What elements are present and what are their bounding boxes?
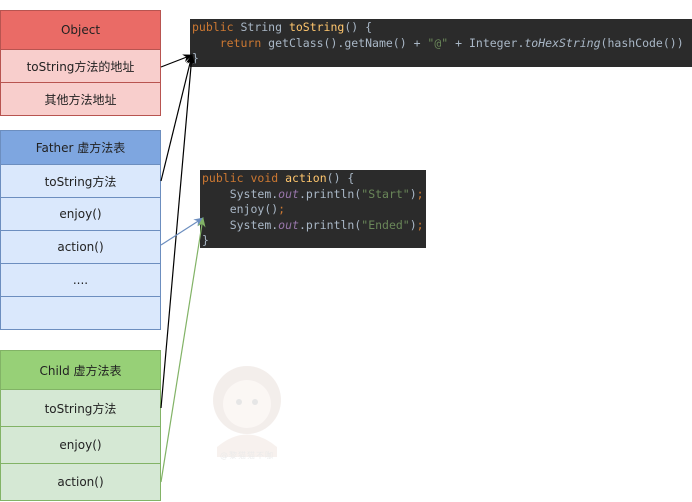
arrow-father-tostring-to-code <box>160 54 194 182</box>
arrow-father-action-to-code <box>160 217 204 246</box>
connector-arrows <box>160 54 206 483</box>
arrow-object-tostring-to-code <box>160 54 193 68</box>
arrow-child-tostring-to-code <box>160 54 196 409</box>
arrow-child-action-to-code <box>160 217 206 483</box>
